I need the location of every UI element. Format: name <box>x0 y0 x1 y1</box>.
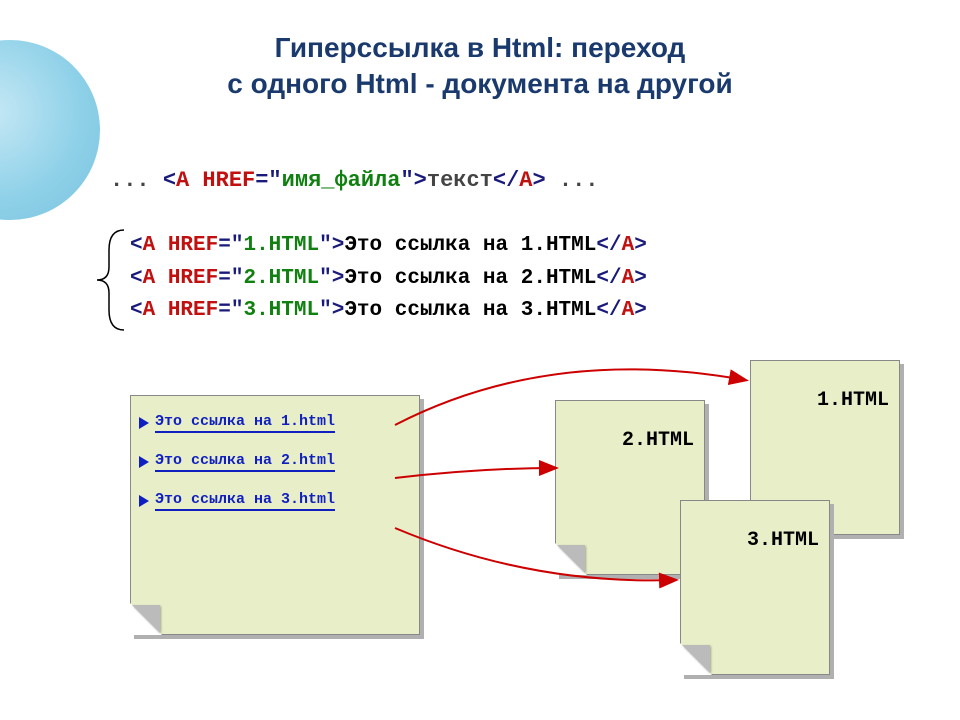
source-link-3: Это ссылка на 3.html <box>131 474 419 513</box>
source-link-3-text: Это ссылка на 3.html <box>155 491 335 511</box>
source-document: Это ссылка на 1.html Это ссылка на 2.htm… <box>130 395 420 635</box>
diagram-area: Это ссылка на 1.html Это ссылка на 2.htm… <box>0 0 960 720</box>
source-link-2: Это ссылка на 2.html <box>131 435 419 474</box>
target-1-label: 1.HTML <box>751 389 889 412</box>
page-fold-icon <box>555 543 587 575</box>
source-link-2-text: Это ссылка на 2.html <box>155 452 335 472</box>
source-link-1-text: Это ссылка на 1.html <box>155 413 335 433</box>
target-2-label: 2.HTML <box>556 429 694 452</box>
bullet-icon <box>139 495 149 507</box>
target-3-label: 3.HTML <box>681 529 819 552</box>
source-link-1: Это ссылка на 1.html <box>131 396 419 435</box>
bullet-icon <box>139 456 149 468</box>
page-fold-icon <box>130 603 162 635</box>
target-document-3: 3.HTML <box>680 500 830 675</box>
bullet-icon <box>139 417 149 429</box>
page-fold-icon <box>680 643 712 675</box>
